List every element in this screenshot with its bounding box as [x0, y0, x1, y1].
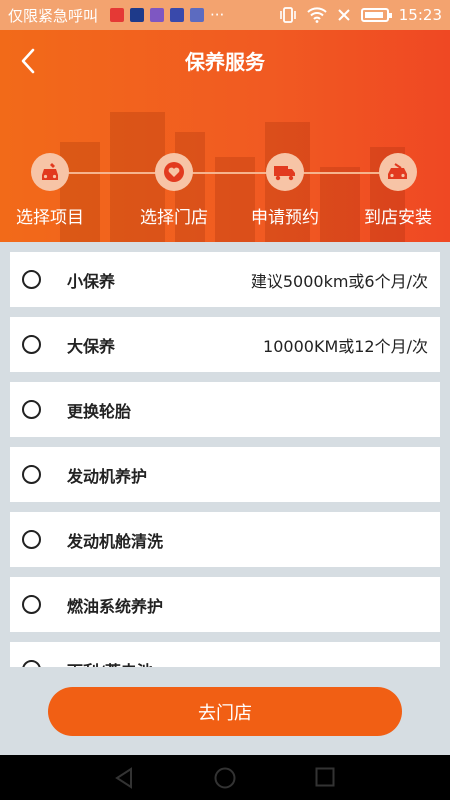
radio-button[interactable] — [22, 530, 41, 549]
list-item-tire-replacement[interactable]: 更换轮胎 — [10, 382, 440, 437]
notification-app3-icon — [190, 8, 205, 22]
list-item-engine-bay-cleaning[interactable]: 发动机舱清洗 — [10, 512, 440, 567]
progress-steps: 选择项目 选择门店 申请预约 到店安装 — [0, 150, 450, 230]
service-name: 小保养 — [67, 271, 116, 291]
service-note: 建议5000km或6个月/次 — [250, 271, 428, 291]
go-to-store-button[interactable]: 去门店 — [48, 687, 402, 736]
clock: 15:23 — [398, 6, 442, 24]
nav-back-icon[interactable] — [114, 767, 134, 789]
notification-icons: ··· — [110, 6, 224, 24]
notification-app2-icon — [170, 8, 185, 22]
notification-camera-icon — [150, 8, 165, 22]
step-apply-booking: 申请预约 — [235, 150, 335, 228]
step-select-store: 选择门店 — [124, 150, 224, 228]
list-item-engine-care[interactable]: 发动机养护 — [10, 447, 440, 502]
service-name: 发动机养护 — [67, 466, 148, 486]
nav-home-icon[interactable] — [214, 767, 236, 789]
radio-button[interactable] — [22, 465, 41, 484]
notification-app-icon — [110, 8, 125, 22]
step-store-install: 到店安装 — [348, 150, 448, 228]
list-item-fuel-system-care[interactable]: 燃油系统养护 — [10, 577, 440, 632]
list-item-major-maintenance[interactable]: 大保养 10000KM或12个月/次 — [10, 317, 440, 372]
radio-button[interactable] — [22, 595, 41, 614]
heart-icon — [164, 162, 184, 182]
notification-video-icon — [130, 8, 145, 22]
service-name: 燃油系统养护 — [67, 596, 164, 616]
service-list[interactable]: 小保养 建议5000km或6个月/次 大保养 10000KM或12个月/次 更换… — [0, 242, 450, 667]
step-label: 选择门店 — [140, 208, 208, 228]
radio-button[interactable] — [22, 660, 41, 667]
step-label: 申请预约 — [251, 208, 319, 228]
service-name: 大保养 — [67, 336, 116, 356]
system-navigation-bar — [0, 755, 450, 800]
more-notifications: ··· — [210, 6, 225, 24]
status-bar: 仅限紧急呼叫 ··· 15:23 — [0, 0, 450, 30]
nav-recents-icon[interactable] — [315, 767, 335, 787]
step-select-item: 选择项目 — [0, 150, 100, 228]
service-name: 雨刮/蓄电池 — [67, 658, 153, 668]
step-label: 到店安装 — [364, 208, 432, 228]
radio-button[interactable] — [22, 335, 41, 354]
bottom-action-bar: 去门店 — [0, 667, 450, 755]
list-item-minor-maintenance[interactable]: 小保养 建议5000km或6个月/次 — [10, 252, 440, 307]
truck-icon — [274, 166, 295, 181]
step-label: 选择项目 — [16, 208, 84, 228]
signal-off-icon — [338, 9, 350, 21]
carrier-text: 仅限紧急呼叫 — [8, 6, 99, 25]
radio-button[interactable] — [22, 400, 41, 419]
vibrate-icon — [279, 7, 296, 23]
service-name: 更换轮胎 — [67, 401, 132, 421]
header: 保养服务 选择项目 选择门店 申请预约 到店安装 — [0, 30, 450, 242]
battery-icon — [360, 8, 392, 22]
service-name: 发动机舱清洗 — [67, 531, 164, 551]
radio-button[interactable] — [22, 270, 41, 289]
service-note: 10000KM或12个月/次 — [263, 336, 428, 356]
car-service-icon — [388, 163, 407, 179]
list-item-wiper-battery[interactable]: 雨刮/蓄电池 — [10, 642, 440, 667]
wrench-car-icon — [42, 163, 58, 180]
wifi-icon — [307, 7, 327, 23]
page-title: 保养服务 — [185, 50, 265, 74]
